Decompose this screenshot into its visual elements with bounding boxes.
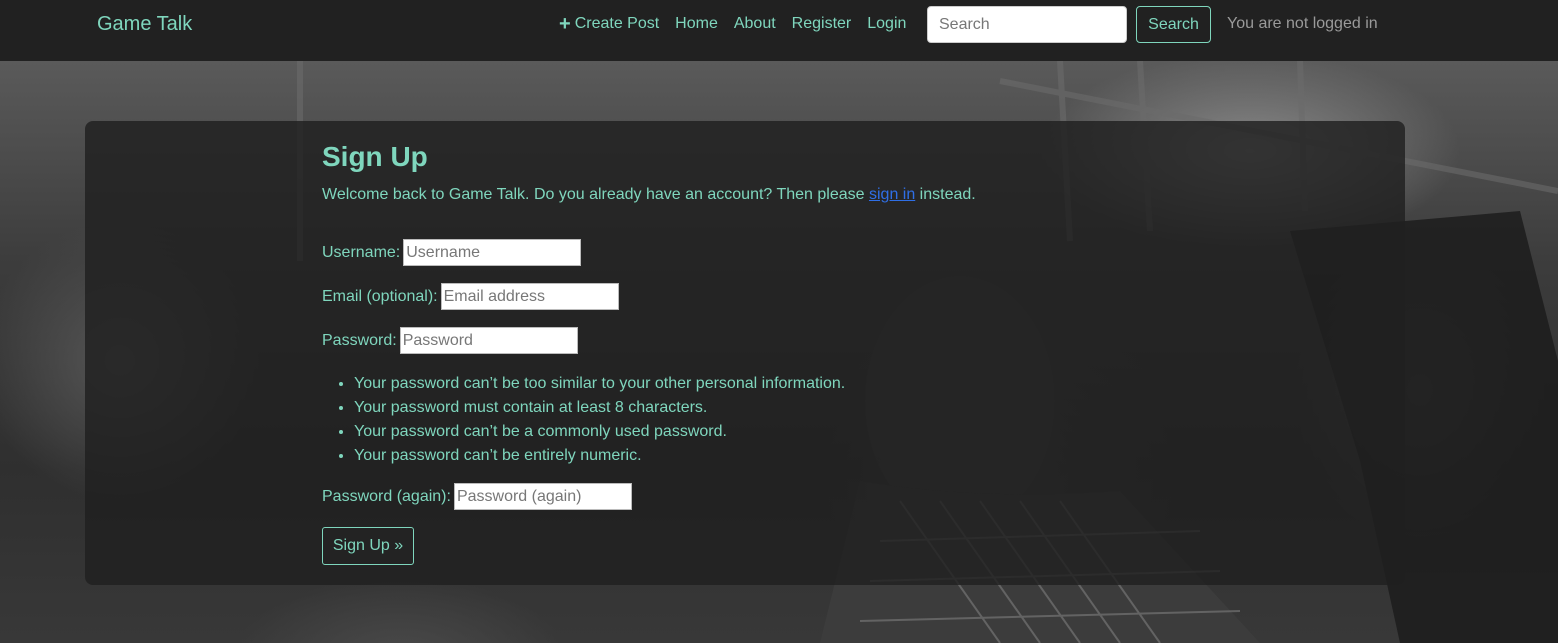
password-field[interactable] <box>399 327 578 354</box>
password-again-row: Password (again): <box>322 483 632 510</box>
username-label: Username: <box>322 243 401 261</box>
password-again-label: Password (again): <box>322 487 451 505</box>
password-again-field[interactable] <box>453 483 632 510</box>
nav-login[interactable]: Login <box>867 15 906 33</box>
nav-about[interactable]: About <box>734 15 776 33</box>
nav-links: + Create Post Home About Register Login <box>559 13 906 35</box>
email-row: Email (optional): <box>322 283 619 310</box>
brand-link[interactable]: Game Talk <box>97 13 192 36</box>
page-title: Sign Up <box>322 141 428 172</box>
password-label: Password: <box>322 331 397 349</box>
password-help-item: Your password can’t be a commonly used p… <box>354 420 845 444</box>
username-row: Username: <box>322 239 582 266</box>
search-button[interactable]: Search <box>1136 6 1211 43</box>
password-help-item: Your password can’t be too similar to yo… <box>354 372 845 396</box>
email-field[interactable] <box>440 283 619 310</box>
intro-text: Welcome back to Game Talk. Do you alread… <box>322 184 976 206</box>
navbar: Game Talk + Create Post Home About Regis… <box>0 0 1558 61</box>
password-row: Password: <box>322 327 578 354</box>
nav-register[interactable]: Register <box>792 15 852 33</box>
nav-home[interactable]: Home <box>675 15 718 33</box>
sign-in-link[interactable]: sign in <box>869 186 915 203</box>
intro-text-start: Welcome back to Game Talk. Do you alread… <box>322 186 869 203</box>
plus-icon: + <box>559 13 571 35</box>
search-input[interactable] <box>927 6 1127 43</box>
nav-create-post-label: Create Post <box>574 15 660 32</box>
intro-text-end: instead. <box>915 186 976 203</box>
password-help-list: Your password can’t be too similar to yo… <box>322 372 845 468</box>
email-label: Email (optional): <box>322 287 438 305</box>
username-field[interactable] <box>403 239 582 266</box>
nav-create-post[interactable]: + Create Post <box>559 13 660 35</box>
signup-form: Sign Up Welcome back to Game Talk. Do yo… <box>322 140 976 565</box>
signup-button[interactable]: Sign Up » <box>322 527 414 565</box>
password-help-item: Your password can’t be entirely numeric. <box>354 444 845 468</box>
login-status: You are not logged in <box>1227 15 1378 32</box>
password-help-item: Your password must contain at least 8 ch… <box>354 396 845 420</box>
